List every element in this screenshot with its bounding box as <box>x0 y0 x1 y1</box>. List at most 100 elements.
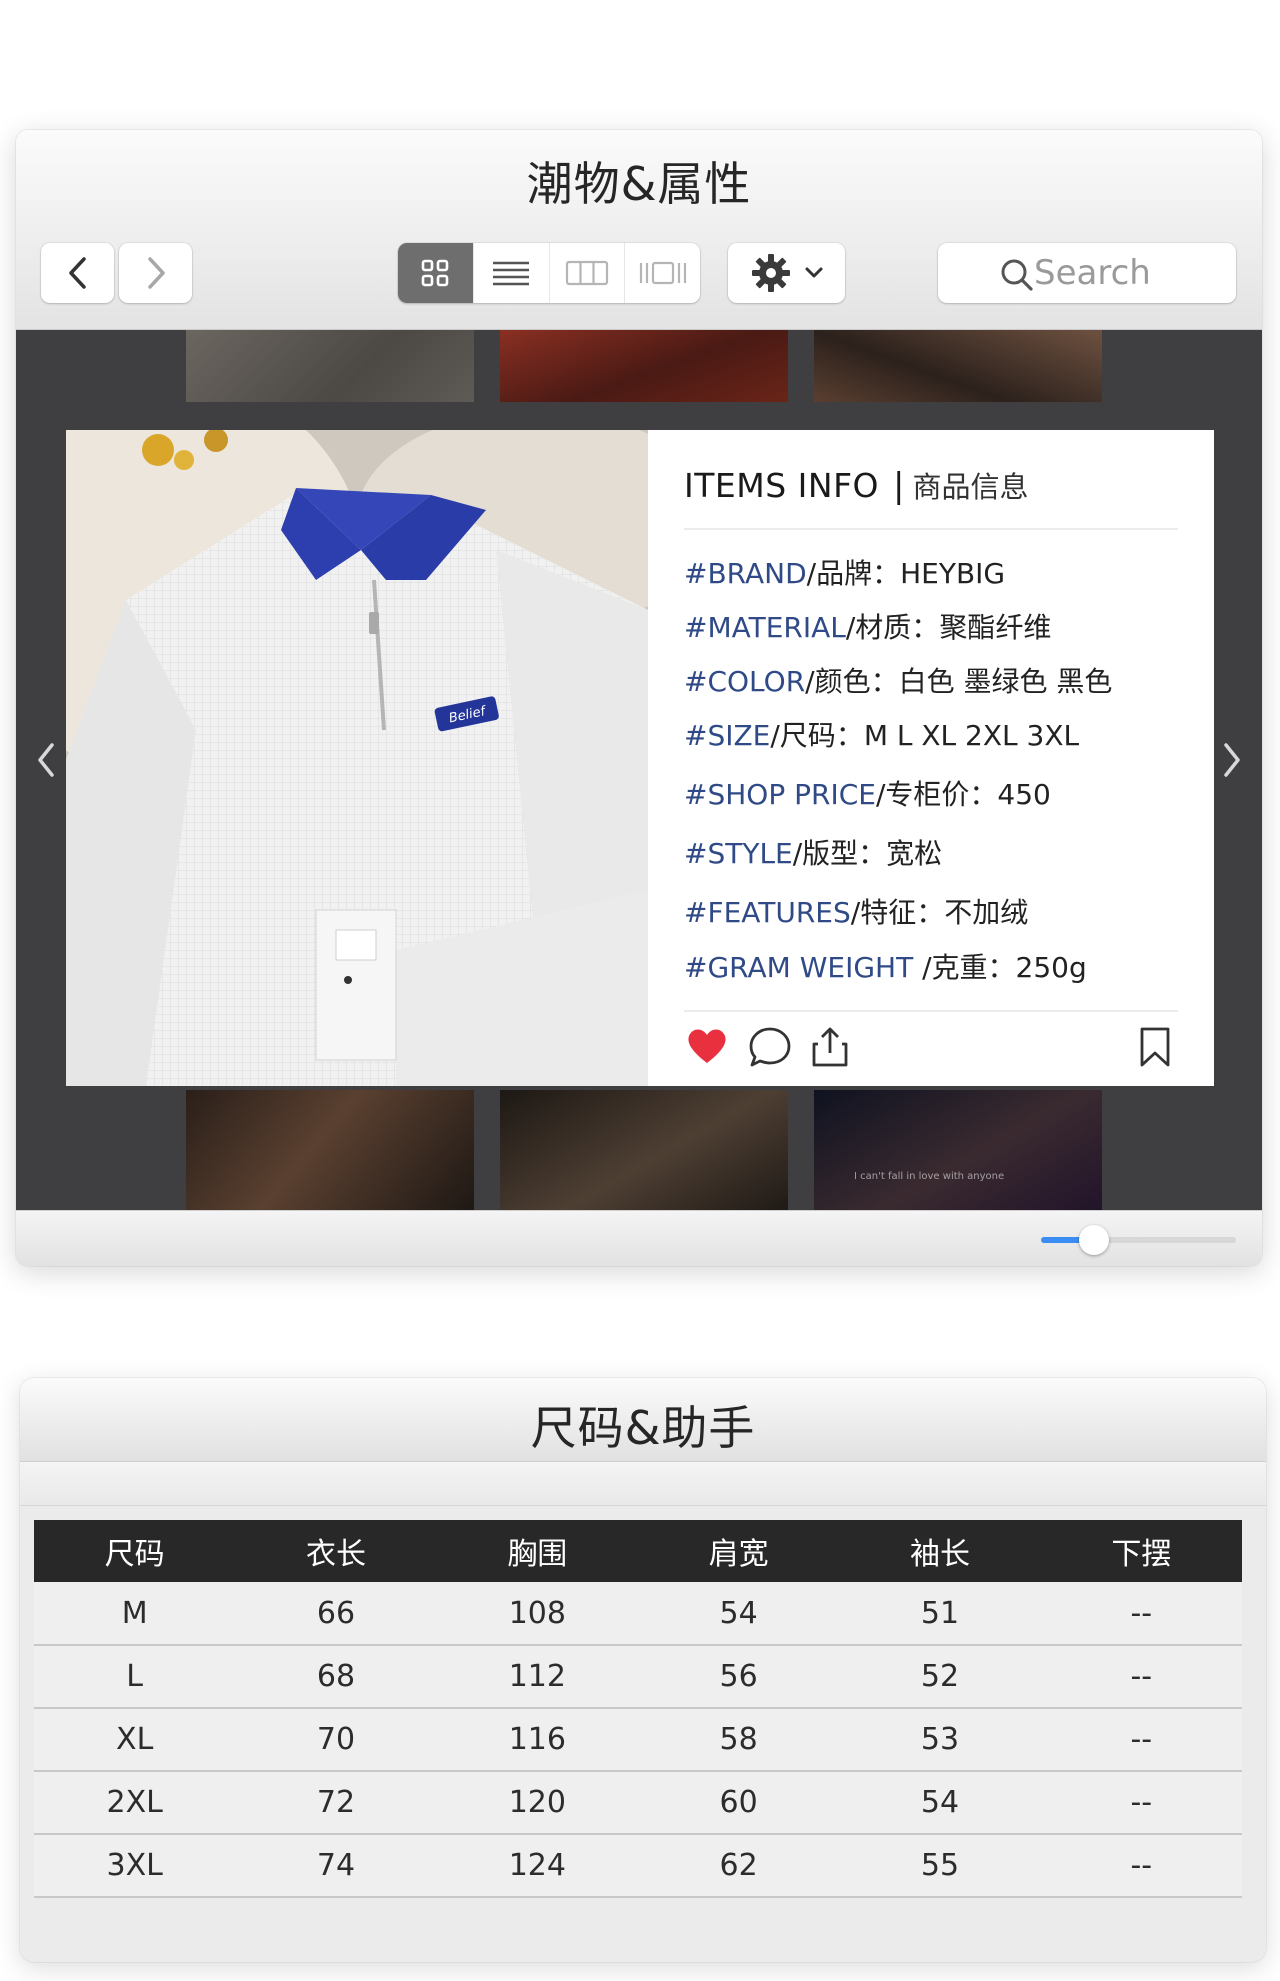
table-cell: 116 <box>436 1708 638 1772</box>
table-cell: 62 <box>637 1834 840 1898</box>
table-cell: -- <box>1040 1771 1242 1835</box>
chevron-right-icon <box>1224 743 1240 777</box>
window-title: 尺码&助手 <box>530 1401 756 1455</box>
attribute-brand: #BRAND/品牌：HEYBIG <box>684 557 1006 590</box>
table-cell: 56 <box>637 1645 840 1709</box>
table-row: 3XL 74 124 62 55 -- <box>34 1834 1242 1898</box>
zoom-slider[interactable] <box>1041 1225 1236 1255</box>
column-header: 袖长 <box>839 1520 1041 1582</box>
table-cell: 120 <box>436 1771 638 1835</box>
attribute-shop-price: #SHOP PRICE/专柜价：450 <box>684 778 1051 811</box>
view-mode-segmented-control <box>398 243 700 303</box>
table-row: XL 70 116 58 53 -- <box>34 1708 1242 1772</box>
window-status-bar <box>16 1210 1262 1266</box>
search-icon <box>1001 259 1033 291</box>
gallery-thumbnail[interactable] <box>186 1090 474 1210</box>
window-titlebar: 尺码&助手 <box>20 1378 1266 1462</box>
column-header: 肩宽 <box>637 1520 840 1582</box>
gallery-thumbnail[interactable] <box>500 1090 788 1210</box>
bookmark-icon[interactable] <box>1138 1026 1172 1068</box>
column-view-button[interactable] <box>550 243 626 303</box>
table-header-row: 尺码 衣长 胸围 肩宽 袖长 下摆 <box>34 1520 1242 1582</box>
info-header: ITEMS INFO | 商品信息 <box>684 464 1178 530</box>
product-photo: Belief <box>66 430 648 1086</box>
share-icon[interactable] <box>810 1026 850 1068</box>
search-field[interactable]: Search <box>938 243 1236 303</box>
table-cell: 74 <box>235 1834 437 1898</box>
attribute-style: #STYLE/版型：宽松 <box>684 837 943 870</box>
table-cell: 72 <box>235 1771 437 1835</box>
column-header: 胸围 <box>436 1520 638 1582</box>
list-icon <box>493 261 530 286</box>
table-cell: -- <box>1040 1708 1242 1772</box>
table-cell: -- <box>1040 1645 1242 1709</box>
window-toolbar: 潮物&属性 Search <box>16 130 1262 330</box>
back-button[interactable] <box>41 243 114 303</box>
chevron-down-icon <box>805 267 822 278</box>
table-cell: 66 <box>235 1582 437 1646</box>
previous-image-button[interactable] <box>26 730 66 790</box>
column-header: 下摆 <box>1040 1520 1242 1582</box>
gallery-view-button[interactable] <box>625 243 700 303</box>
sweatshirt-illustration: Belief <box>66 430 648 1086</box>
attribute-features: #FEATURES/特征：不加绒 <box>684 896 1029 929</box>
heart-icon[interactable] <box>686 1026 728 1066</box>
table-cell: 3XL <box>34 1834 236 1898</box>
gallery-icon <box>639 261 686 285</box>
info-title-en: ITEMS INFO <box>684 466 880 505</box>
attribute-size: #SIZE/尺码：M L XL 2XL 3XL <box>684 719 1080 752</box>
forward-button[interactable] <box>119 243 192 303</box>
list-view-button[interactable] <box>474 243 550 303</box>
info-title-cn: 商品信息 <box>912 470 1029 504</box>
thumbnail-caption: I can't fall in love with anyone <box>854 1171 1005 1182</box>
info-divider <box>684 1010 1178 1012</box>
table-row: 2XL 72 120 60 54 -- <box>34 1771 1242 1835</box>
columns-icon <box>565 260 608 286</box>
grid-view-button[interactable] <box>398 243 474 303</box>
window-title: 潮物&属性 <box>526 157 752 211</box>
search-placeholder: Search <box>1034 253 1151 293</box>
chevron-left-icon <box>38 743 54 777</box>
attribute-material: #MATERIAL/材质：聚酯纤维 <box>684 611 1052 644</box>
table-cell: 55 <box>839 1834 1041 1898</box>
table-cell: -- <box>1040 1834 1242 1898</box>
info-title-separator: | <box>893 466 905 506</box>
action-menu-button[interactable] <box>728 243 845 303</box>
table-cell: 51 <box>839 1582 1041 1646</box>
size-chart-window: 尺码&助手 尺码 衣长 胸围 肩宽 袖长 下摆 M 66 108 54 51 -… <box>20 1378 1266 1962</box>
toolbar-band <box>20 1462 1266 1506</box>
table-row: L 68 112 56 52 -- <box>34 1645 1242 1709</box>
gear-icon <box>751 254 790 292</box>
grid-icon <box>422 259 449 287</box>
zoom-slider-knob[interactable] <box>1078 1225 1109 1255</box>
product-attributes-window: 潮物&属性 Search I can't fall in love with a… <box>16 130 1262 1266</box>
gallery-thumbnail[interactable] <box>814 330 1102 402</box>
comment-icon[interactable] <box>748 1026 792 1068</box>
items-info-card: ITEMS INFO | 商品信息 #BRAND/品牌：HEYBIG #MATE… <box>648 430 1214 1086</box>
table-cell: 70 <box>235 1708 437 1772</box>
gallery-thumbnail[interactable] <box>186 330 474 402</box>
chevron-left-icon <box>68 257 86 289</box>
next-image-button[interactable] <box>1212 730 1252 790</box>
table-cell: 108 <box>436 1582 638 1646</box>
table-cell: 112 <box>436 1645 638 1709</box>
table-cell: M <box>34 1582 236 1646</box>
size-table: 尺码 衣长 胸围 肩宽 袖长 下摆 M 66 108 54 51 -- L 68… <box>34 1520 1242 1898</box>
table-cell: 53 <box>839 1708 1041 1772</box>
table-cell: XL <box>34 1708 236 1772</box>
gallery-thumbnail[interactable]: I can't fall in love with anyone <box>814 1090 1102 1210</box>
column-header: 尺码 <box>34 1520 236 1582</box>
chevron-right-icon <box>147 257 165 289</box>
gallery-stage: I can't fall in love with anyone Belief … <box>16 330 1262 1210</box>
gallery-thumbnail[interactable] <box>500 330 788 402</box>
attribute-gram-weight: #GRAM WEIGHT /克重：250g <box>684 951 1087 984</box>
table-cell: 54 <box>637 1582 840 1646</box>
table-cell: L <box>34 1645 236 1709</box>
table-cell: 60 <box>637 1771 840 1835</box>
table-cell: 2XL <box>34 1771 236 1835</box>
table-cell: 54 <box>839 1771 1041 1835</box>
table-cell: -- <box>1040 1582 1242 1646</box>
table-row: M 66 108 54 51 -- <box>34 1582 1242 1646</box>
table-cell: 52 <box>839 1645 1041 1709</box>
table-cell: 58 <box>637 1708 840 1772</box>
